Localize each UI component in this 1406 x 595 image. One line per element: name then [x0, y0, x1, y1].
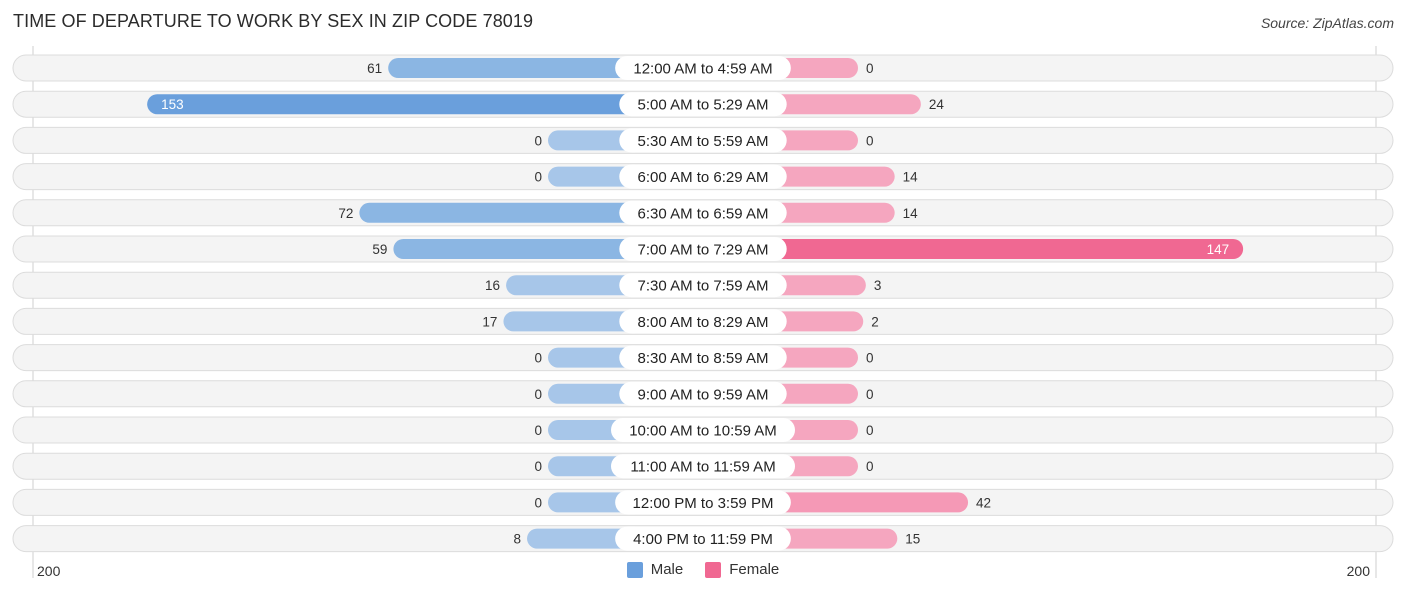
value-label-male: 0: [534, 133, 542, 148]
value-label-male: 8: [514, 532, 522, 547]
value-label-male: 61: [367, 61, 382, 76]
value-label-male: 153: [161, 97, 184, 112]
chart-row: 4:00 PM to 11:59 PM 8 15: [12, 525, 1394, 553]
value-label-female: 0: [866, 351, 874, 366]
value-label-male: 59: [372, 242, 387, 257]
chart-row: 7:30 AM to 7:59 AM 16 3: [12, 271, 1394, 299]
chart-row: 8:30 AM to 8:59 AM 0 0: [12, 344, 1394, 372]
legend-label-male: Male: [650, 561, 684, 578]
value-label-male: 72: [338, 206, 353, 221]
value-label-female: 0: [866, 61, 874, 76]
chart-row: 8:00 AM to 8:29 AM 17 2: [12, 307, 1394, 335]
chart-row: 6:00 AM to 6:29 AM 0 14: [12, 163, 1394, 191]
chart-row: 10:00 AM to 10:59 AM 0 0: [12, 416, 1394, 444]
category-label: 12:00 PM to 3:59 PM: [633, 495, 774, 512]
chart-row: 5:00 AM to 5:29 AM 153 24: [12, 90, 1394, 118]
category-label: 12:00 AM to 4:59 AM: [633, 61, 772, 78]
category-label: 9:00 AM to 9:59 AM: [638, 386, 769, 403]
category-label: 10:00 AM to 10:59 AM: [629, 423, 777, 440]
category-label: 8:00 AM to 8:29 AM: [638, 314, 769, 331]
value-label-female: 2: [871, 314, 879, 329]
value-label-female: 0: [866, 459, 874, 474]
value-label-male: 0: [534, 423, 542, 438]
value-label-female: 24: [929, 97, 945, 112]
category-label: 11:00 AM to 11:59 AM: [630, 459, 775, 476]
chart-row: 9:00 AM to 9:59 AM 0 0: [12, 380, 1394, 408]
category-label: 7:00 AM to 7:29 AM: [638, 242, 769, 259]
category-label: 5:30 AM to 5:59 AM: [638, 133, 769, 150]
category-label: 7:30 AM to 7:59 AM: [638, 278, 769, 295]
value-label-female: 14: [903, 206, 919, 221]
value-label-female: 0: [866, 387, 874, 402]
chart-row: 11:00 AM to 11:59 AM 0 0: [12, 452, 1394, 480]
value-label-male: 0: [534, 351, 542, 366]
value-label-male: 17: [482, 314, 497, 329]
chart-row: 5:30 AM to 5:59 AM 0 0: [12, 126, 1394, 154]
value-label-female: 14: [903, 170, 919, 185]
chart-row: 6:30 AM to 6:59 AM 72 14: [12, 199, 1394, 227]
value-label-female: 3: [874, 278, 882, 293]
category-label: 6:00 AM to 6:29 AM: [638, 169, 769, 186]
category-label: 8:30 AM to 8:59 AM: [638, 350, 769, 367]
category-label: 4:00 PM to 11:59 PM: [633, 531, 773, 548]
legend-label-female: Female: [729, 561, 780, 578]
chart-row: 12:00 PM to 3:59 PM 0 42: [12, 488, 1394, 516]
legend: Male Female: [0, 561, 1406, 578]
value-label-male: 0: [534, 387, 542, 402]
chart-row: 7:00 AM to 7:29 AM 59 147: [12, 235, 1394, 263]
chart-area: 12:00 AM to 4:59 AM 61 0 5:00 AM to 5:29 AM…: [12, 46, 1394, 579]
value-label-female: 147: [1207, 242, 1230, 257]
legend-item-male[interactable]: Male: [626, 561, 684, 578]
value-label-female: 0: [866, 133, 874, 148]
legend-item-female[interactable]: Female: [705, 561, 779, 578]
category-label: 6:30 AM to 6:59 AM: [638, 205, 769, 222]
legend-swatch-male: [626, 561, 643, 578]
value-label-male: 16: [485, 278, 500, 293]
legend-swatch-female: [705, 561, 722, 578]
value-label-male: 0: [534, 459, 542, 474]
value-label-female: 42: [976, 495, 991, 510]
category-label: 5:00 AM to 5:29 AM: [638, 97, 769, 114]
chart-row: 12:00 AM to 4:59 AM 61 0: [12, 54, 1394, 82]
value-label-male: 0: [534, 170, 542, 185]
value-label-female: 15: [905, 532, 920, 547]
value-label-female: 0: [866, 423, 874, 438]
value-label-male: 0: [534, 495, 542, 510]
